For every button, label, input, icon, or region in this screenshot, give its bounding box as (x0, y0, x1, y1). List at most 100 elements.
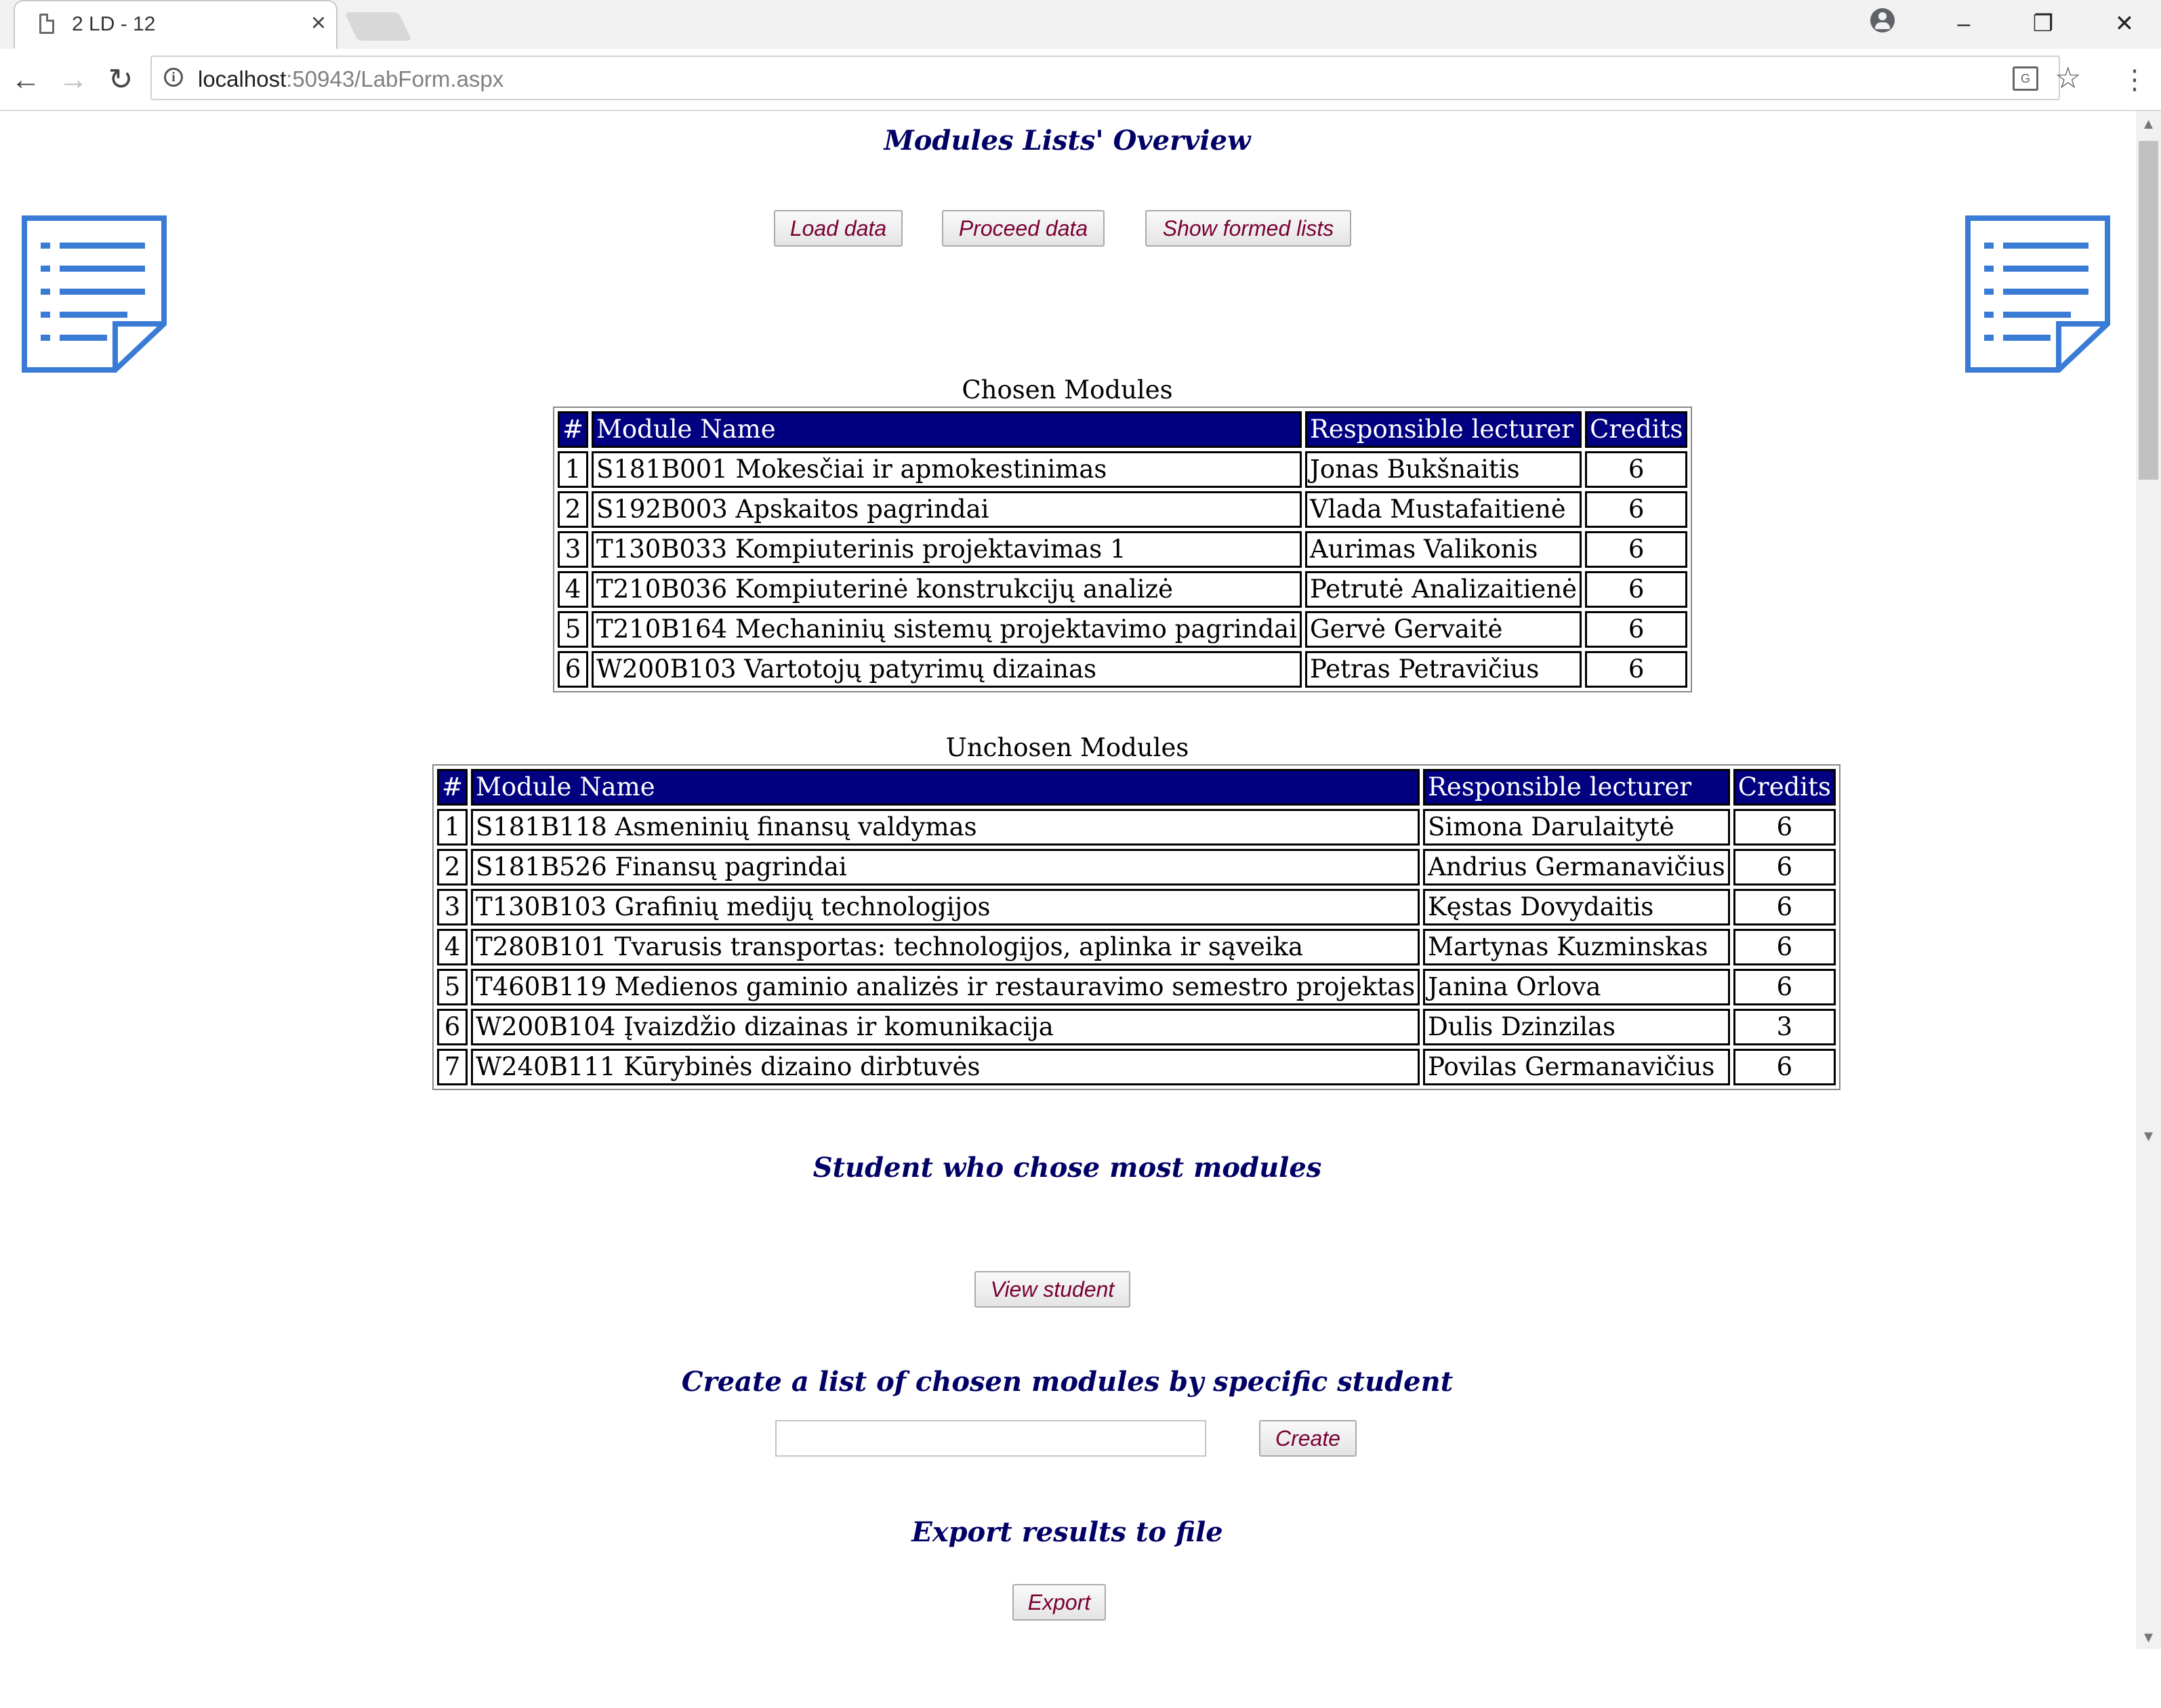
page-title: Modules Lists' Overview (884, 125, 1251, 157)
table-header-row: # Module Name Responsible lecturer Credi… (558, 411, 1688, 448)
row-number: 7 (437, 1049, 468, 1085)
url-host: localhost (198, 66, 287, 91)
module-name: T130B103 Grafinių medijų technologijos (471, 889, 1420, 925)
lecturer-name: Kęstas Dovydaitis (1423, 889, 1730, 925)
header-lecturer: Responsible lecturer (1423, 769, 1730, 806)
row-number: 6 (558, 651, 589, 688)
credits: 6 (1585, 651, 1688, 688)
header-lecturer: Responsible lecturer (1305, 411, 1582, 448)
credits: 6 (1733, 809, 1836, 846)
module-name: T210B036 Kompiuterinė konstrukcijų anali… (592, 571, 1302, 608)
table-row: 1 S181B118 Asmeninių finansų valdymas Si… (437, 809, 1836, 846)
reload-icon[interactable]: ↻ (103, 62, 138, 98)
row-number: 4 (558, 571, 589, 608)
header-number: # (558, 411, 589, 448)
table-row: 5 T210B164 Mechaninių sistemų projektavi… (558, 611, 1688, 648)
credits: 6 (1585, 451, 1688, 488)
proceed-data-button[interactable]: Proceed data (942, 210, 1105, 247)
header-module-name: Module Name (592, 411, 1302, 448)
address-bar[interactable]: i localhost:50943/LabForm.aspx G ☆ (150, 56, 2081, 100)
header-module-name: Module Name (471, 769, 1420, 806)
module-name: S181B526 Finansų pagrindai (471, 849, 1420, 886)
profile-icon[interactable] (1870, 8, 1895, 33)
scroll-down-arrow-icon[interactable]: ▼ (2136, 1127, 2161, 1145)
close-window-button[interactable]: ✕ (2104, 7, 2145, 41)
vertical-scrollbar[interactable]: ▲ ▼ ▼ (2136, 111, 2161, 1649)
new-tab-button[interactable] (344, 12, 412, 41)
credits: 6 (1585, 531, 1688, 568)
document-list-icon (22, 215, 167, 373)
row-number: 3 (437, 889, 468, 925)
module-name: T280B101 Tvarusis transportas: technolog… (471, 929, 1420, 965)
page-content: Modules Lists' Overview Load data Procee… (0, 111, 2135, 1669)
table-row: 6 W200B104 Įvaizdžio dizainas ir komunik… (437, 1009, 1836, 1045)
lecturer-name: Andrius Germanavičius (1423, 849, 1730, 886)
translate-icon[interactable]: G (2013, 66, 2038, 91)
table-row: 5 T460B119 Medienos gaminio analizės ir … (437, 969, 1836, 1005)
credits: 3 (1733, 1009, 1836, 1045)
module-name: W200B104 Įvaizdžio dizainas ir komunikac… (471, 1009, 1420, 1045)
table-row: 2 S192B003 Apskaitos pagrindai Vlada Mus… (558, 491, 1688, 528)
browser-tab[interactable]: 2 LD - 12 × (14, 0, 337, 49)
create-button[interactable]: Create (1259, 1420, 1357, 1457)
restore-button[interactable]: ❐ (2023, 7, 2063, 41)
lecturer-name: Martynas Kuzminskas (1423, 929, 1730, 965)
export-section-title: Export results to file (911, 1516, 1223, 1548)
lecturer-name: Petras Petravičius (1305, 651, 1582, 688)
credits: 6 (1733, 889, 1836, 925)
load-data-button[interactable]: Load data (774, 210, 903, 247)
minimize-button[interactable]: – (1943, 7, 1984, 41)
show-formed-lists-button[interactable]: Show formed lists (1145, 210, 1351, 247)
info-icon[interactable]: i (164, 68, 183, 87)
credits: 6 (1733, 969, 1836, 1005)
module-name: S181B118 Asmeninių finansų valdymas (471, 809, 1420, 846)
student-section-title: Student who chose most modules (812, 1152, 1322, 1184)
scroll-down-arrow-icon[interactable]: ▼ (2136, 1629, 2161, 1646)
table-row: 1 S181B001 Mokesčiai ir apmokestinimas J… (558, 451, 1688, 488)
create-list-section-title: Create a list of chosen modules by speci… (681, 1366, 1454, 1398)
credits: 6 (1733, 1049, 1836, 1085)
unchosen-modules-table: # Module Name Responsible lecturer Credi… (432, 764, 1840, 1090)
table-row: 7 W240B111 Kūrybinės dizaino dirbtuvės P… (437, 1049, 1836, 1085)
row-number: 2 (437, 849, 468, 886)
lecturer-name: Jonas Bukšnaitis (1305, 451, 1582, 488)
header-credits: Credits (1585, 411, 1688, 448)
lecturer-name: Povilas Germanavičius (1423, 1049, 1730, 1085)
forward-icon[interactable]: → (56, 62, 91, 98)
row-number: 2 (558, 491, 589, 528)
table-row: 6 W200B103 Vartotojų patyrimų dizainas P… (558, 651, 1688, 688)
table-header-row: # Module Name Responsible lecturer Credi… (437, 769, 1836, 806)
module-name: T460B119 Medienos gaminio analizės ir re… (471, 969, 1420, 1005)
tab-close-icon[interactable]: × (305, 9, 332, 37)
lecturer-name: Vlada Mustafaitienė (1305, 491, 1582, 528)
lecturer-name: Janina Orlova (1423, 969, 1730, 1005)
url-text[interactable]: localhost:50943/LabForm.aspx (198, 66, 503, 92)
credits: 6 (1585, 611, 1688, 648)
credits: 6 (1585, 491, 1688, 528)
lecturer-name: Simona Darulaitytė (1423, 809, 1730, 846)
module-name: W240B111 Kūrybinės dizaino dirbtuvės (471, 1049, 1420, 1085)
scroll-thumb[interactable] (2139, 141, 2158, 480)
chosen-modules-caption: Chosen Modules (962, 375, 1173, 404)
view-student-button[interactable]: View student (974, 1271, 1130, 1308)
module-name: T210B164 Mechaninių sistemų projektavimo… (592, 611, 1302, 648)
scroll-up-arrow-icon[interactable]: ▲ (2136, 115, 2161, 133)
page-icon (39, 14, 54, 34)
table-row: 4 T210B036 Kompiuterinė konstrukcijų ana… (558, 571, 1688, 608)
credits: 6 (1733, 849, 1836, 886)
header-number: # (437, 769, 468, 806)
browser-menu-icon[interactable]: ⋮ (2121, 62, 2148, 98)
tab-strip: 2 LD - 12 × – ❐ ✕ (0, 0, 2161, 49)
credits: 6 (1585, 571, 1688, 608)
student-name-input[interactable] (775, 1420, 1206, 1457)
bookmark-star-icon[interactable]: ☆ (2055, 61, 2081, 96)
document-list-icon (1965, 215, 2110, 373)
row-number: 1 (558, 451, 589, 488)
export-button[interactable]: Export (1012, 1584, 1106, 1621)
back-icon[interactable]: ← (8, 62, 43, 98)
table-row: 2 S181B526 Finansų pagrindai Andrius Ger… (437, 849, 1836, 886)
row-number: 4 (437, 929, 468, 965)
credits: 6 (1733, 929, 1836, 965)
module-name: S181B001 Mokesčiai ir apmokestinimas (592, 451, 1302, 488)
lecturer-name: Gervė Gervaitė (1305, 611, 1582, 648)
